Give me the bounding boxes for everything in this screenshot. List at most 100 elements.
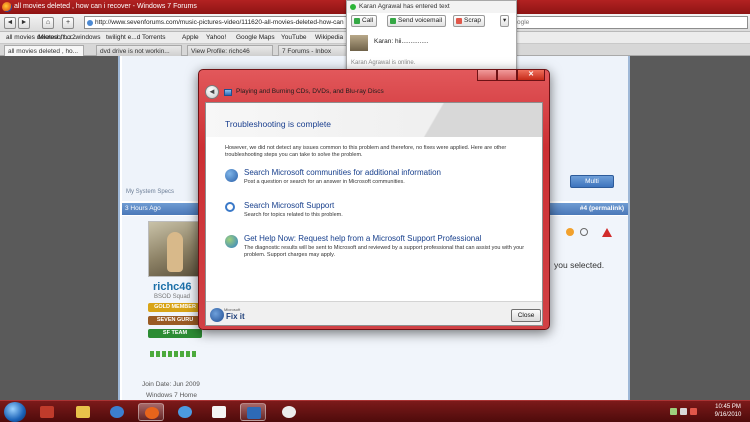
talk-icon xyxy=(282,406,296,418)
clock-time[interactable]: 10:45 PM xyxy=(710,404,746,410)
dialog-footer: Microsoft Fix it Close xyxy=(206,301,542,325)
option-search-support[interactable]: Search Microsoft Support Search for topi… xyxy=(225,201,530,221)
taskbar: 10:45 PM 9/16/2010 xyxy=(0,400,750,422)
avatar[interactable] xyxy=(148,221,200,277)
option-search-communities[interactable]: Search Microsoft communities for additio… xyxy=(225,168,530,188)
bookmark-item[interactable]: Wikipedia xyxy=(315,32,343,44)
bookmark-item[interactable]: Yahoo! xyxy=(206,32,226,44)
tab-dvd-drive[interactable]: dvd drive is not workin... xyxy=(96,45,182,56)
dialog-title: Playing and Burning CDs, DVDs, and Blu-r… xyxy=(236,88,384,95)
taskbar-gtalk[interactable] xyxy=(276,403,302,421)
briefcase-icon xyxy=(40,406,54,418)
chat-message-text: Karan: hii............... xyxy=(374,38,429,45)
voicemail-icon xyxy=(390,18,396,24)
send-voicemail-button[interactable]: Send voicemail xyxy=(387,15,447,27)
notepad-icon xyxy=(212,406,226,418)
chat-popup: Karan Agrawal has entered text Call Send… xyxy=(346,0,517,70)
option-title: Get Help Now: Request help from a Micros… xyxy=(244,234,482,243)
chat-header-text: Karan Agrawal has entered text xyxy=(359,3,450,10)
dialog-body: Troubleshooting is complete However, we … xyxy=(205,102,543,326)
taskbar-briefcase[interactable] xyxy=(34,403,60,421)
globe-help-icon xyxy=(225,235,238,248)
close-window-button[interactable]: ✕ xyxy=(517,70,545,81)
dialog-heading: Troubleshooting is complete xyxy=(225,119,331,129)
option-description: The diagnostic results will be sent to M… xyxy=(244,245,525,258)
option-description: Post a question or search for an answer … xyxy=(244,179,405,185)
option-get-help-now[interactable]: Get Help Now: Request help from a Micros… xyxy=(225,234,530,266)
post-text: you selected. xyxy=(554,260,605,270)
taskbar-explorer[interactable] xyxy=(70,403,96,421)
maximize-button[interactable] xyxy=(497,70,517,81)
option-title: Search Microsoft Support xyxy=(244,201,335,210)
home-button[interactable]: ⌂ xyxy=(42,17,54,29)
multi-quote-button[interactable]: Multi xyxy=(570,175,614,188)
tab-forum-thread[interactable]: all movies deleted , ho... xyxy=(4,45,84,56)
folder-icon xyxy=(76,406,90,418)
chat-message: Karan: hii............... xyxy=(350,35,515,55)
back-button[interactable]: ◄ xyxy=(4,17,16,29)
os-info: Windows 7 Home xyxy=(146,392,197,399)
troubleshooter-icon xyxy=(224,89,232,96)
forward-button[interactable]: ► xyxy=(18,17,30,29)
bookmark-item[interactable]: Microsoft...r2windows xyxy=(38,32,101,44)
network-icon[interactable] xyxy=(670,408,677,415)
online-status-icon xyxy=(350,4,356,10)
firefox-icon xyxy=(145,407,159,419)
meerkat-image xyxy=(167,232,183,272)
fixit-brand-name: Fix it xyxy=(226,312,245,321)
taskbar-firefox[interactable] xyxy=(138,403,164,421)
bookmark-item[interactable]: twilight e...d Torrents xyxy=(106,32,166,44)
chat-status: Karan Agrawal is online. xyxy=(351,60,416,66)
close-button[interactable]: Close xyxy=(511,309,541,322)
troubleshooter-dialog: ✕ ◄ Playing and Burning CDs, DVDs, and B… xyxy=(198,69,550,330)
people-icon xyxy=(225,169,238,182)
volume-icon[interactable] xyxy=(680,408,687,415)
new-tab-button[interactable]: + xyxy=(62,17,74,29)
clock-date[interactable]: 9/16/2010 xyxy=(710,412,746,418)
option-description: Search for topics related to this proble… xyxy=(244,212,343,218)
reputation-icon[interactable] xyxy=(566,228,574,236)
taskbar-notepad[interactable] xyxy=(206,403,232,421)
bookmark-item[interactable]: Apple xyxy=(182,32,199,44)
permalink-link[interactable]: #4 (permalink) xyxy=(580,203,624,215)
bookmark-item[interactable]: Google Maps xyxy=(236,32,275,44)
system-tray: 10:45 PM 9/16/2010 xyxy=(666,401,750,422)
reputation-bar xyxy=(150,351,198,357)
taskbar-media[interactable] xyxy=(104,403,130,421)
badge-gold-member: GOLD MEMBER xyxy=(148,303,202,312)
bookmark-item[interactable]: YouTube xyxy=(281,32,307,44)
option-title: Search Microsoft communities for additio… xyxy=(244,168,441,177)
flag-icon[interactable] xyxy=(690,408,697,415)
chat-menu-button[interactable]: ▾ xyxy=(500,15,510,27)
back-arrow-icon[interactable]: ◄ xyxy=(205,85,219,99)
troubleshooter-icon xyxy=(247,407,261,419)
ie-icon xyxy=(178,406,192,418)
tab-view-profile[interactable]: View Profile: richc46 xyxy=(187,45,273,56)
url-text: http://www.sevenforums.com/music-picture… xyxy=(95,19,344,26)
address-bar[interactable]: http://www.sevenforums.com/music-picture… xyxy=(84,16,354,29)
magnifier-icon xyxy=(225,202,235,212)
chat-header: Karan Agrawal has entered text xyxy=(347,1,516,13)
search-input[interactable]: ogle xyxy=(513,16,748,29)
username-link[interactable]: richc46 xyxy=(153,281,192,293)
system-specs-link[interactable]: My System Specs xyxy=(126,189,174,195)
taskbar-ie[interactable] xyxy=(172,403,198,421)
minimize-button[interactable] xyxy=(477,70,497,81)
report-icon[interactable] xyxy=(580,228,588,236)
scrap-button[interactable]: Scrap xyxy=(453,15,485,27)
firefox-icon xyxy=(2,2,12,12)
avatar xyxy=(350,35,368,51)
badge-seven-guru: SEVEN GURU xyxy=(148,316,202,325)
call-button[interactable]: Call xyxy=(351,15,378,27)
taskbar-troubleshooter[interactable] xyxy=(240,403,266,421)
warning-icon[interactable] xyxy=(602,228,612,237)
media-icon xyxy=(110,406,124,418)
site-icon xyxy=(87,20,93,26)
post-time: 3 Hours Ago xyxy=(125,205,161,212)
join-date: Join Date: Jun 2009 xyxy=(142,381,200,388)
start-button[interactable] xyxy=(4,402,26,422)
badge-sf-team: SF TEAM xyxy=(148,329,202,338)
phone-icon xyxy=(354,18,360,24)
dialog-message: However, we did not detect any issues co… xyxy=(225,145,507,158)
tab-inbox[interactable]: 7 Forums - Inbox xyxy=(278,45,348,56)
